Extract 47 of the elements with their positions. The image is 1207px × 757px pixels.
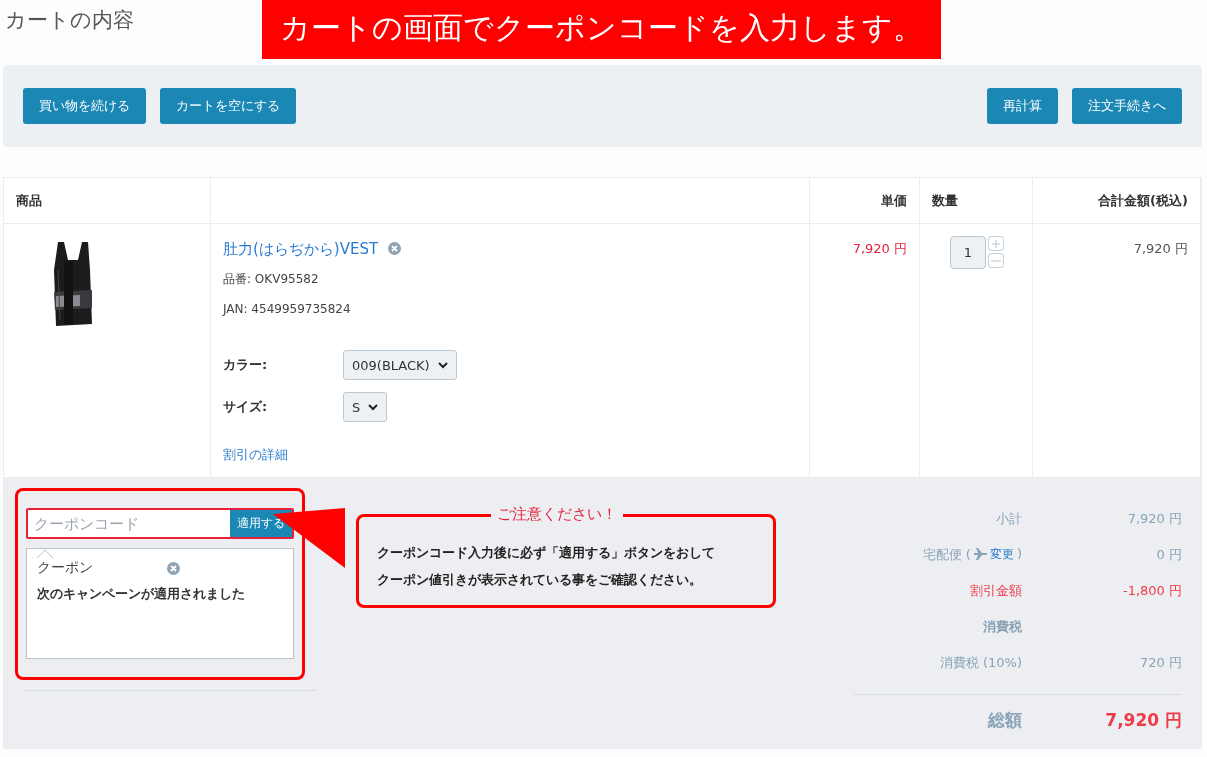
column-header: 数量 [920,178,1033,224]
coupon-result-title: クーポン [37,559,93,577]
airplane-icon [973,548,987,560]
decrement-button[interactable] [988,253,1004,268]
plus-icon [992,239,1000,248]
page-title: カートの内容 [5,7,135,34]
summary-value: 0 円 [1156,546,1182,564]
remove-icon[interactable] [167,561,180,575]
option-select[interactable]: S [343,392,388,422]
summary-label: 割引金額 [970,582,1022,600]
option-select[interactable]: 009(BLACK) [343,350,457,380]
notice-text: クーポン値引きが表示されている事をご確認ください。 [377,571,702,589]
chevron-down-icon [437,361,448,369]
toolbar-button[interactable]: 買い物を続ける [23,88,146,124]
toolbar-button[interactable]: カートを空にする [160,88,296,124]
total-value: 7,920 円 [1105,709,1182,732]
toolbar-button[interactable]: 注文手続きへ [1072,88,1182,124]
option-label: サイズ: [223,398,269,416]
change-link[interactable]: 変更 [989,546,1014,563]
coupon-result-message: 次のキャンペーンが適用されました [37,585,246,603]
product-sku: 品番: OKV95582 [223,271,320,288]
line-total: 7,920 円 [1133,241,1188,256]
total-label: 総額 [988,709,1022,732]
column-header: 単価 [810,178,920,224]
notice-text: クーポンコード入力後に必ず「適用する」ボタンをおして [377,544,715,562]
summary-value: 720 円 [1140,654,1182,672]
summary-label: 消費税 (10%) [939,654,1022,672]
discount-details-link[interactable]: 割引の詳細 [223,447,288,462]
summary-label: 小計 [996,510,1022,528]
notice-title: ご注意ください！ [491,505,623,524]
summary-value: -1,800 円 [1122,582,1182,600]
remove-icon[interactable] [388,242,402,255]
increment-button[interactable] [988,236,1004,251]
toolbar-button[interactable]: 再計算 [987,88,1058,124]
summary-value: 7,920 円 [1127,510,1182,528]
summary-label: 宅配便 ( 変更 ) [922,546,1022,565]
unit-price: 7,920 円 [852,241,907,256]
summary-label: 消費税 [983,618,1022,636]
banner: カートの画面でクーポンコードを入力します。 [262,0,941,59]
quantity-field[interactable]: 1 [950,236,986,269]
product-name-link[interactable]: 肚力(はらぢから)VEST [223,240,379,258]
coupon-field[interactable]: クーポンコード 適用する [26,508,294,539]
apply-button[interactable]: 適用する [230,510,292,537]
column-header: 合計金額(税込) [1033,178,1201,224]
product-jan: JAN: 4549959735824 [223,302,352,316]
option-label: カラー: [223,356,269,374]
chevron-down-icon [368,403,379,411]
